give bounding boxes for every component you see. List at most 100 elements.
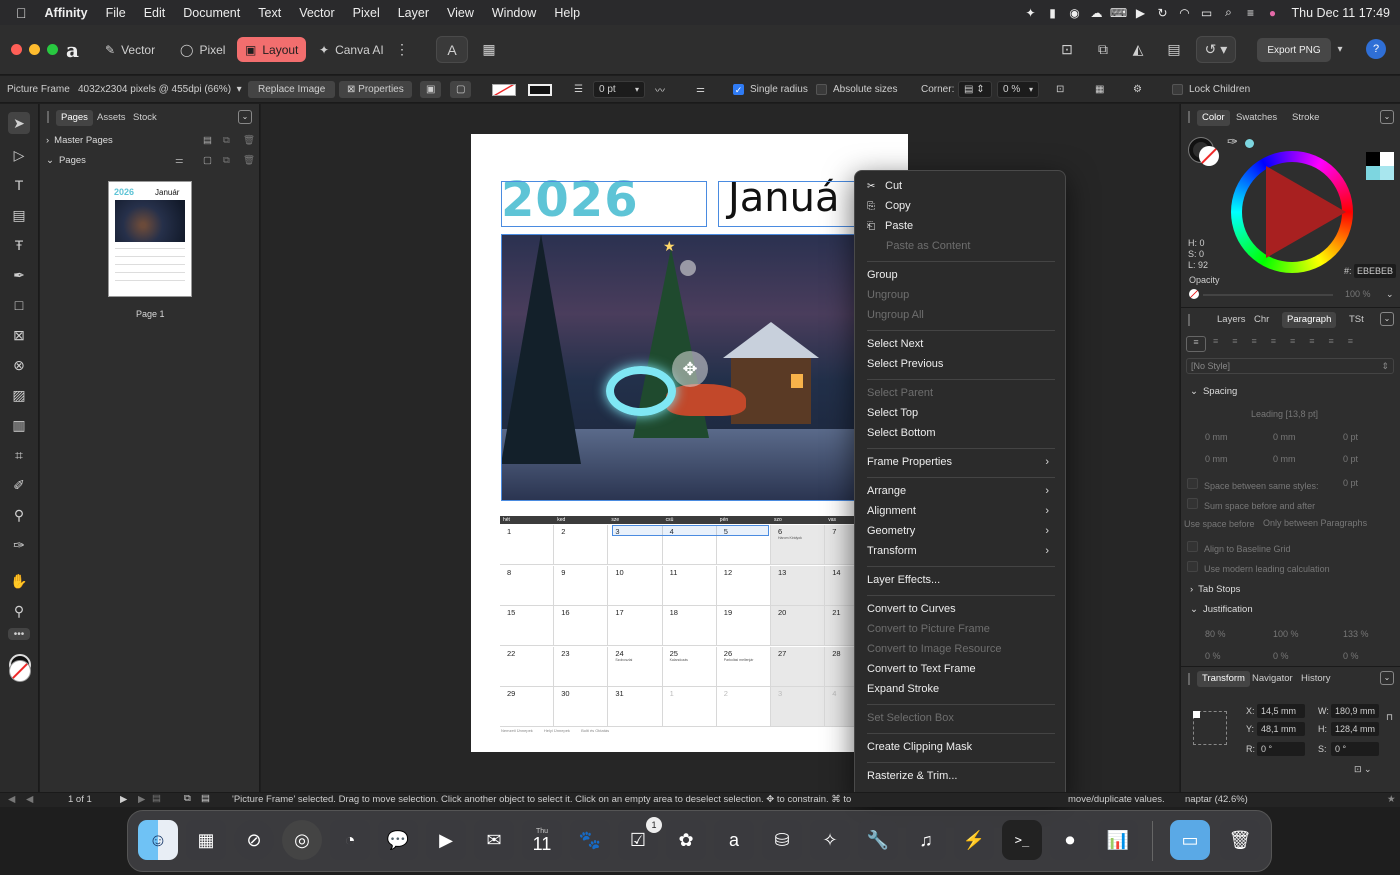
fill-frame-icon[interactable]: ▢ [450,76,472,103]
arc-browser-icon[interactable]: ◔ [330,820,370,860]
swatch-cyan[interactable] [1366,166,1380,180]
rectangle-tool-icon[interactable]: □ [8,294,30,316]
menu-edit[interactable]: Edit [135,6,175,20]
tab-character[interactable]: Chr [1249,312,1274,328]
tab-swatches[interactable]: Swatches [1231,110,1282,126]
fill-well-icon[interactable] [1199,146,1219,166]
fill-tool-icon[interactable]: ⚲ [8,504,30,526]
color-picker-tool-icon[interactable]: ✑ [8,534,30,556]
pressure-icon[interactable]: 〰 [655,76,665,103]
x-field[interactable]: 14,5 mm [1257,704,1305,718]
menu-item-convert-to-curves[interactable]: Convert to Curves [867,600,1055,618]
menu-item-create-clipping-mask[interactable]: Create Clipping Mask [867,738,1055,756]
pixel-persona-button[interactable]: ◯ Pixel [172,37,233,62]
calendar-day-cell[interactable]: 2 [554,525,609,565]
replace-image-button[interactable]: Replace Image [248,81,336,98]
zoom-tool-icon[interactable]: ⚲ [8,600,30,622]
calendar-day-cell[interactable]: 29 [500,687,555,727]
tab-layers[interactable]: Layers [1212,312,1251,328]
menu-item-cut[interactable]: ✂ Cut [867,177,1055,195]
modern-leading-checkbox[interactable]: Use modern leading calculation [1187,561,1330,574]
siri-icon[interactable]: ● [1262,6,1284,20]
page-options-icon[interactable]: ⚌ [175,155,184,166]
absolute-sizes-checkbox[interactable]: Absolute sizes [816,76,897,103]
minimize-window-button[interactable] [29,44,40,55]
alignment-options[interactable]: ≡≡≡≡≡≡≡≡ [1213,336,1367,346]
calendar-day-cell[interactable]: 1 [662,687,717,727]
letter-spacing-desired[interactable]: 0 % [1273,651,1289,661]
grid-icon[interactable]: ▦ [1095,76,1104,103]
menu-item-select-previous[interactable]: Select Previous [867,355,1055,373]
word-spacing-min[interactable]: 80 % [1205,629,1226,639]
trash-icon[interactable]: 🗑 [1220,820,1260,860]
refresh-icon[interactable]: ↻ [1152,6,1174,20]
panel-menu-icon[interactable]: ⌄ [1380,110,1394,124]
screen-recorder-icon[interactable]: ⏺ [1050,820,1090,860]
calendar-day-cell[interactable]: 10 [608,565,663,606]
calendar-day-cell[interactable]: 12 [716,565,771,606]
menu-window[interactable]: Window [483,6,545,20]
swatch-white[interactable] [1380,152,1394,166]
menu-pixel[interactable]: Pixel [344,6,389,20]
word-spacing-max[interactable]: 133 % [1343,629,1369,639]
ellipse-frame-tool-icon[interactable]: ⊗ [8,354,30,376]
text-frame-mode-icon[interactable]: A [436,36,468,63]
pen-tool-icon[interactable]: ✒ [8,264,30,286]
launchpad-icon[interactable]: ▦ [186,820,226,860]
h-field[interactable]: 128,4 mm [1331,722,1379,736]
facetime-icon[interactable]: ▶ [426,820,466,860]
grid-mode-icon[interactable]: ▦ [473,36,505,63]
rotation-field[interactable]: 0 ° [1257,742,1305,756]
letter-spacing-min[interactable]: 0 % [1205,651,1221,661]
menu-item-geometry[interactable]: Geometry › [867,522,1055,540]
color-wheel[interactable] [1231,151,1353,273]
space-same-field[interactable]: 0 pt [1343,478,1358,488]
lock-children-checkbox[interactable]: Lock Children [1172,76,1250,103]
tes-icon[interactable]: ✧ [810,820,850,860]
help-icon[interactable]: ? [1366,39,1386,59]
table-tool-icon[interactable]: ▤ [8,204,30,226]
export-dropdown-icon[interactable]: ▾ [1332,36,1348,63]
vpn-icon[interactable]: ◉ [1064,6,1086,20]
reeder-icon[interactable]: ⚡ [954,820,994,860]
indent-last-field[interactable]: 0 mm [1273,454,1296,464]
tab-history[interactable]: History [1296,671,1336,687]
corner-type-select[interactable]: ▤ ⇕ [958,81,992,98]
preview-mode-icon[interactable]: ⊡ [1051,36,1083,63]
calendar-day-cell[interactable]: 30 [554,687,609,727]
add-master-icon[interactable]: ▤ [203,135,212,146]
picture-frame-tool-icon[interactable]: ⊠ [8,324,30,346]
menu-vector[interactable]: Vector [290,6,343,20]
menu-item-copy[interactable]: ⎘ Copy [867,197,1055,215]
close-window-button[interactable] [11,44,22,55]
sum-space-checkbox[interactable]: Sum space before and after [1187,498,1315,511]
star-icon[interactable]: ★ [1387,794,1396,805]
duplicate-page-icon[interactable]: ⧉ [223,155,230,166]
export-png-button[interactable]: Export PNG [1257,38,1331,62]
stroke-settings-icon[interactable]: ⚌ [696,76,705,103]
tab-transform[interactable]: Transform [1197,671,1250,687]
indent-right-field[interactable]: 0 mm [1205,454,1228,464]
more-tools-icon[interactable]: ••• [8,628,30,640]
fit-frame-icon[interactable]: ▣ [420,76,442,103]
opacity-none-icon[interactable] [1189,289,1199,299]
fill-swatch[interactable] [492,76,516,103]
text-wrap-tool-icon[interactable]: ▥ [8,414,30,436]
menu-item-layer-effects[interactable]: Layer Effects... [867,571,1055,589]
use-space-before-select[interactable]: Only between Paragraphs [1263,518,1367,528]
image-info-dropdown[interactable]: 4032x2304 pixels @ 455dpi (66%) ▾ [78,76,242,103]
menu-item-transform[interactable]: Transform › [867,542,1055,560]
artistic-text-tool-icon[interactable]: Ŧ [8,234,30,256]
opacity-dropdown-icon[interactable]: ⌄ [1386,289,1394,300]
duplicate-master-icon[interactable]: ⧉ [223,135,230,146]
calendar-table[interactable]: hét ked sze csü pén szo vas 1 2 3 4 5 6 Három Királyo… [500,516,880,727]
snapping-icon[interactable]: ⧉ [1087,36,1119,63]
menu-help[interactable]: Help [545,6,589,20]
first-page-icon[interactable]: ◀ [8,794,15,805]
menu-item-frame-properties[interactable]: Frame Properties › [867,453,1055,471]
stroke-style-icon[interactable]: ☰ [574,76,583,103]
keyboard-icon[interactable]: ⌨ [1108,6,1130,20]
calendar-day-cell[interactable]: 20 [771,606,826,646]
calendar-day-cell[interactable]: 22 [500,646,555,687]
delete-master-icon[interactable]: 🗑 [243,135,255,146]
